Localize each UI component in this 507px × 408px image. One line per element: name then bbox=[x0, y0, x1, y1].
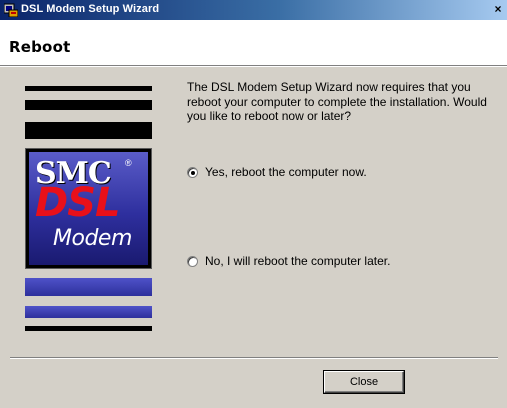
logo-stripe-blue bbox=[25, 278, 152, 296]
logo-stripe bbox=[25, 86, 152, 91]
radio-reboot-now[interactable]: Yes, reboot the computer now. bbox=[187, 165, 367, 179]
registered-mark: ® bbox=[125, 158, 132, 168]
close-window-button[interactable]: × bbox=[491, 2, 505, 17]
footer-divider-highlight bbox=[10, 358, 498, 359]
radio-button-unchecked[interactable] bbox=[187, 255, 198, 267]
title-bar: DSL Modem Setup Wizard × bbox=[0, 0, 507, 20]
radio-label[interactable]: Yes, reboot the computer now. bbox=[205, 165, 367, 179]
logo-stripe-blue bbox=[25, 306, 152, 318]
logo-stripe bbox=[25, 100, 152, 110]
radio-button-checked[interactable] bbox=[187, 166, 198, 178]
logo-product-modem: Modem bbox=[53, 226, 132, 251]
window-title: DSL Modem Setup Wizard bbox=[21, 3, 160, 15]
smc-dsl-modem-logo: SMC ® DSL Modem bbox=[25, 148, 152, 269]
radio-label[interactable]: No, I will reboot the computer later. bbox=[205, 254, 390, 268]
wizard-header: Reboot bbox=[0, 20, 507, 66]
page-title: Reboot bbox=[9, 38, 71, 56]
smc-dsl-logo-panel: SMC ® DSL Modem bbox=[25, 86, 152, 336]
close-button[interactable]: Close bbox=[324, 371, 404, 393]
logo-stripe bbox=[25, 326, 152, 331]
close-icon: × bbox=[494, 2, 502, 16]
logo-stripe bbox=[25, 122, 152, 139]
header-divider bbox=[0, 66, 507, 67]
wizard-app-icon bbox=[4, 3, 18, 17]
logo-product-dsl: DSL bbox=[35, 180, 120, 226]
reboot-message: The DSL Modem Setup Wizard now requires … bbox=[187, 80, 487, 123]
radio-reboot-later[interactable]: No, I will reboot the computer later. bbox=[187, 254, 390, 268]
